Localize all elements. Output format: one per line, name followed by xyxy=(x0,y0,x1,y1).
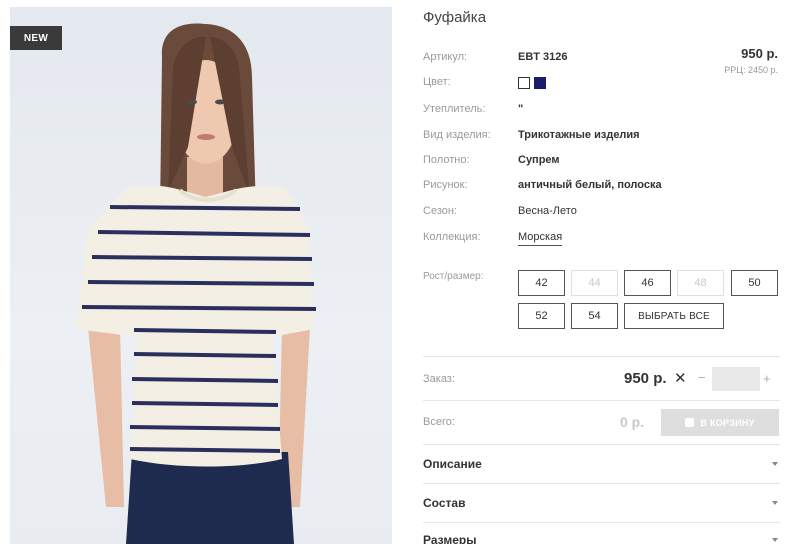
spec-value: Трикотажные изделия xyxy=(518,129,640,141)
add-to-cart-button[interactable]: В КОРЗИНУ xyxy=(661,409,779,436)
product-title: Фуфайка xyxy=(423,9,487,26)
size-button-50[interactable]: 50 xyxy=(731,270,778,296)
chevron-down-icon xyxy=(772,501,778,505)
spec-label: Артикул: xyxy=(423,51,468,63)
decrement-button[interactable]: − xyxy=(698,370,706,385)
spec-value: EBT 3126 xyxy=(518,51,568,63)
color-swatch-white[interactable] xyxy=(518,77,530,89)
spec-article: Артикул: EBT 3126 xyxy=(423,51,783,67)
total-value: 0 р. xyxy=(620,414,645,430)
bag-icon xyxy=(685,418,695,427)
order-label: Заказ: xyxy=(423,373,455,385)
spec-label: Вид изделия: xyxy=(423,129,491,141)
accordion-sizes[interactable]: Размеры xyxy=(423,533,780,544)
spec-pattern: Рисунок: античный белый, полоска xyxy=(423,179,783,195)
spec-label: Коллекция: xyxy=(423,231,481,243)
size-button-54[interactable]: 54 xyxy=(571,303,618,329)
spec-insulation: Утеплитель: " xyxy=(423,103,783,119)
spec-label: Рисунок: xyxy=(423,179,468,191)
spec-type: Вид изделия: Трикотажные изделия xyxy=(423,129,783,145)
spec-color: Цвет: xyxy=(423,76,783,92)
chevron-down-icon xyxy=(772,462,778,466)
total-label: Всего: xyxy=(423,416,455,428)
increment-button[interactable]: + xyxy=(763,371,771,386)
size-button-52[interactable]: 52 xyxy=(518,303,565,329)
collection-link[interactable]: Морская xyxy=(518,231,563,246)
sizes-label: Рост/размер: xyxy=(423,271,484,282)
spec-label: Сезон: xyxy=(423,205,457,217)
spec-value: Весна-Лето xyxy=(518,205,577,217)
size-button-48: 48 xyxy=(677,270,724,296)
spec-value: Супрем xyxy=(518,154,560,166)
new-badge: NEW xyxy=(10,26,62,50)
order-price: 950 р. xyxy=(624,370,667,387)
spec-label: Утеплитель: xyxy=(423,103,486,115)
spec-value: " xyxy=(518,103,524,115)
chevron-down-icon xyxy=(772,538,778,542)
divider xyxy=(423,444,780,445)
size-button-42[interactable]: 42 xyxy=(518,270,565,296)
accordion-title: Состав xyxy=(423,496,466,510)
accordion-description[interactable]: Описание xyxy=(423,457,780,477)
spec-label: Полотно: xyxy=(423,154,470,166)
spec-label: Цвет: xyxy=(423,76,451,88)
spec-value: античный белый, полоска xyxy=(518,179,662,191)
quantity-input[interactable] xyxy=(712,367,760,391)
model-illustration xyxy=(76,23,317,544)
divider xyxy=(423,522,780,523)
select-all-button[interactable]: ВЫБРАТЬ ВСЕ xyxy=(624,303,724,329)
spec-collection: Коллекция: Морская xyxy=(423,231,783,247)
divider xyxy=(423,356,780,357)
accordion-composition[interactable]: Состав xyxy=(423,496,780,516)
multiply-icon: ✕ xyxy=(674,370,687,387)
accordion-title: Размеры xyxy=(423,533,477,544)
divider xyxy=(423,400,780,401)
add-to-cart-label: В КОРЗИНУ xyxy=(700,417,755,428)
product-photo[interactable] xyxy=(10,7,392,544)
spec-fabric: Полотно: Супрем xyxy=(423,154,783,170)
divider xyxy=(423,483,780,484)
size-button-46[interactable]: 46 xyxy=(624,270,671,296)
size-button-44: 44 xyxy=(571,270,618,296)
color-swatch-navy[interactable] xyxy=(534,77,546,89)
accordion-title: Описание xyxy=(423,457,482,471)
spec-season: Сезон: Весна-Лето xyxy=(423,205,783,221)
